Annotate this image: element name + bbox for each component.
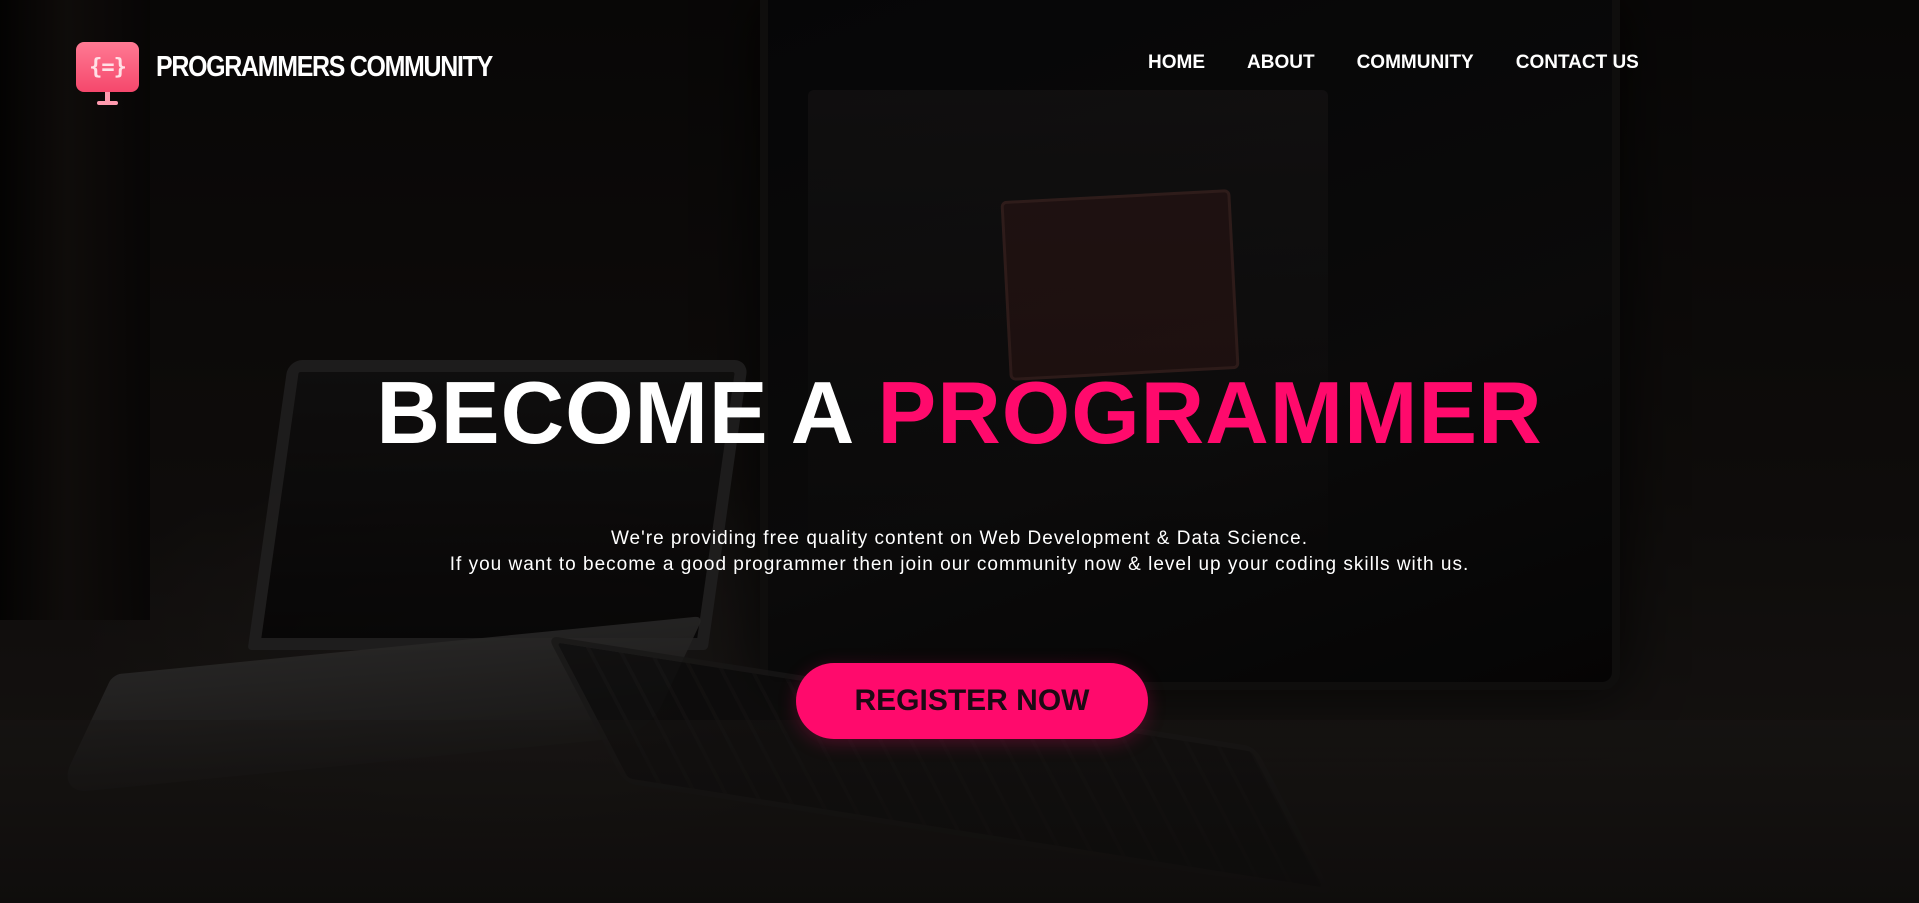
logo-glyph: {=} <box>89 54 127 80</box>
hero-headline: BECOME A PROGRAMMER <box>0 362 1919 464</box>
nav-link-contact-us[interactable]: CONTACT US <box>1516 52 1639 74</box>
register-now-button[interactable]: REGISTER NOW <box>796 663 1148 739</box>
navbar: {=} PROGRAMMERS COMMUNITY HOME ABOUT COM… <box>0 0 1919 120</box>
subtext-line2: If you want to become a good programmer … <box>449 554 1470 575</box>
hero-section: {=} PROGRAMMERS COMMUNITY HOME ABOUT COM… <box>0 0 1919 903</box>
logo-foot <box>97 101 118 105</box>
headline-part2: PROGRAMMER <box>877 363 1543 462</box>
headline-part1: BECOME A <box>376 363 853 462</box>
brand-name[interactable]: PROGRAMMERS COMMUNITY <box>156 51 493 84</box>
nav-links: HOME ABOUT COMMUNITY CONTACT US <box>1148 52 1639 74</box>
subtext-line1: We're providing free quality content on … <box>610 528 1309 549</box>
code-braces-monitor-icon[interactable]: {=} <box>76 42 139 105</box>
hero-subtext: We're providing free quality content on … <box>0 526 1919 578</box>
brand[interactable]: {=} PROGRAMMERS COMMUNITY <box>76 42 547 105</box>
nav-link-home[interactable]: HOME <box>1148 52 1205 74</box>
nav-link-community[interactable]: COMMUNITY <box>1357 52 1474 74</box>
nav-link-about[interactable]: ABOUT <box>1247 52 1315 74</box>
